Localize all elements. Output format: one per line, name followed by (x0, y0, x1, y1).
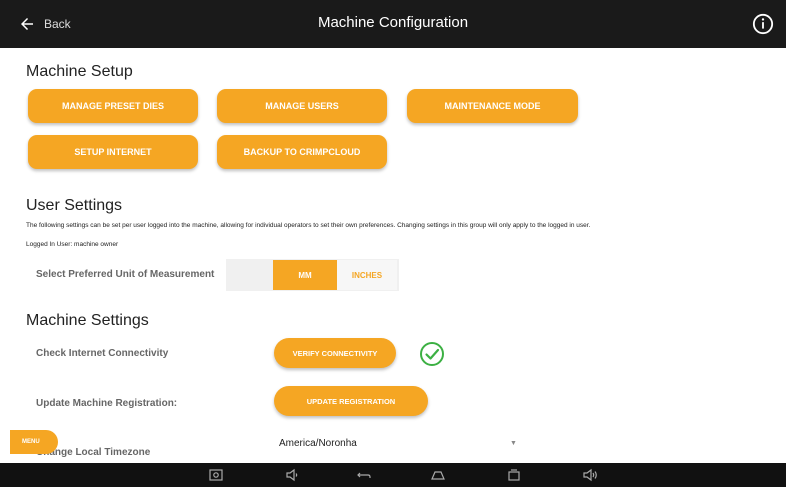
verify-connectivity-button[interactable]: VERIFY CONNECTIVITY (274, 338, 396, 368)
internet-connectivity-label: Check Internet Connectivity (36, 348, 169, 359)
unit-of-measurement-label: Select Preferred Unit of Measurement (36, 269, 215, 280)
volume-up-icon[interactable] (582, 467, 598, 483)
recent-apps-icon[interactable] (506, 467, 522, 483)
chevron-down-icon[interactable]: ▼ (510, 440, 517, 447)
manage-preset-dies-button[interactable]: MANAGE PRESET DIES (28, 89, 198, 123)
system-nav-bar (0, 463, 786, 487)
screenshot-icon[interactable] (208, 467, 224, 483)
menu-button[interactable]: MENU (10, 430, 58, 454)
user-settings-heading: User Settings (26, 197, 123, 214)
unit-inches-option[interactable]: INCHES (337, 260, 397, 290)
update-registration-button[interactable]: UPDATE REGISTRATION (274, 386, 428, 416)
home-icon[interactable] (430, 467, 446, 483)
info-icon[interactable] (752, 13, 774, 35)
check-circle-icon (420, 342, 444, 366)
unit-mm-option[interactable]: MM (273, 260, 337, 290)
page-title: Machine Configuration (317, 14, 469, 31)
manage-users-button[interactable]: MANAGE USERS (217, 89, 387, 123)
volume-down-icon[interactable] (284, 467, 300, 483)
maintenance-mode-button[interactable]: MAINTENANCE MODE (407, 89, 578, 123)
user-settings-description: The following settings can be set per us… (26, 222, 591, 229)
machine-setup-heading: Machine Setup (26, 63, 133, 80)
machine-settings-heading: Machine Settings (26, 312, 149, 329)
machine-registration-label: Update Machine Registration: (36, 398, 178, 409)
timezone-select[interactable]: America/Noronha (279, 438, 357, 449)
logged-in-user: Logged In User: machine owner (26, 241, 119, 248)
top-bar: Back Machine Configuration (0, 0, 786, 48)
back-nav-icon[interactable] (356, 467, 372, 483)
setup-internet-button[interactable]: SETUP INTERNET (28, 135, 198, 169)
backup-to-crimpcloud-button[interactable]: BACKUP TO CRIMPCLOUD (217, 135, 387, 169)
